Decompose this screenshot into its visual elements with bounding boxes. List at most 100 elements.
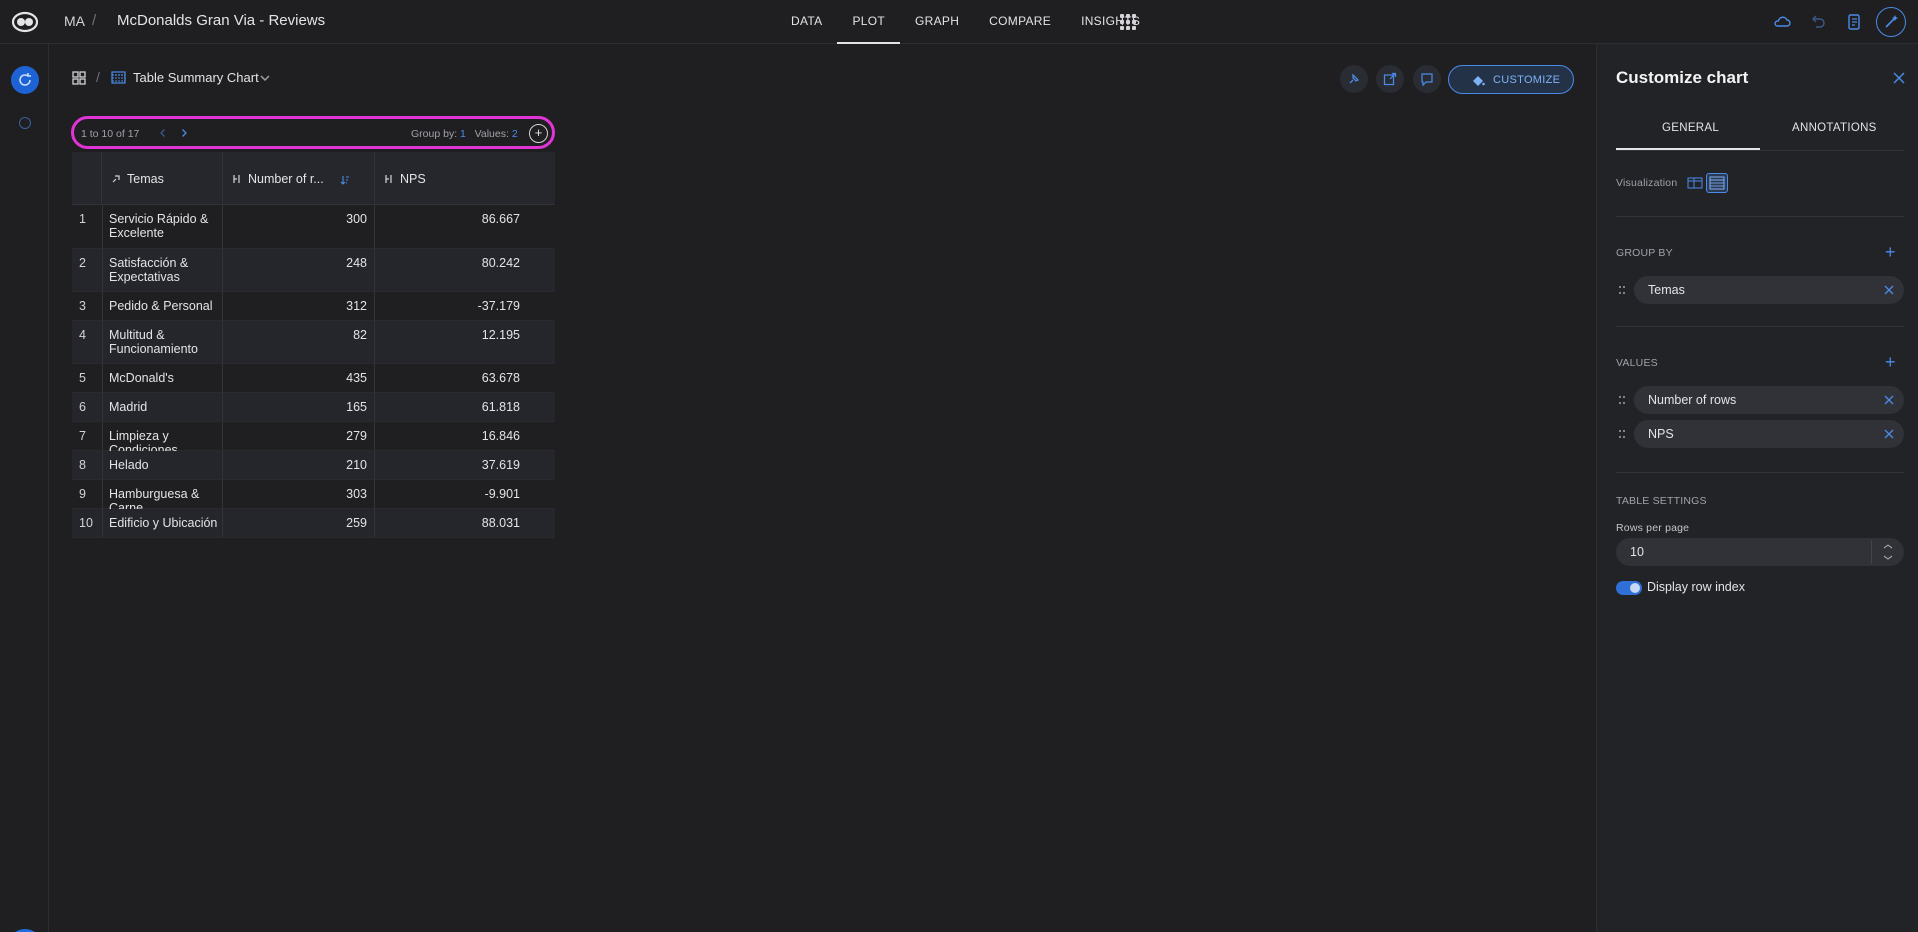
chevron-right-icon[interactable]	[179, 128, 189, 138]
breadcrumb-separator: /	[92, 12, 97, 29]
undo-icon[interactable]	[1808, 12, 1828, 32]
add-value-button[interactable]: +	[1885, 353, 1896, 371]
paint-bucket-icon	[1473, 76, 1485, 86]
values-count[interactable]: 2	[512, 128, 518, 140]
cell-nps: 16.846	[481, 429, 520, 443]
chart-title[interactable]: Table Summary Chart	[133, 70, 259, 85]
cell-temas: Servicio Rápido & Excelente	[102, 205, 223, 248]
column-header-temas[interactable]: Temas	[102, 152, 223, 205]
apps-grid-icon[interactable]	[1120, 14, 1136, 30]
cell-temas: Helado	[102, 451, 223, 479]
table-row[interactable]: 1 Servicio Rápido & Excelente 300 86.667	[72, 205, 555, 249]
refresh-icon	[19, 73, 31, 86]
cell-number-of-rows: 312	[223, 292, 375, 320]
chevron-left-icon[interactable]	[158, 128, 168, 138]
cell-nps: 86.667	[481, 212, 520, 226]
value-chip-number-of-rows[interactable]: Number of rows	[1634, 386, 1904, 414]
settings-dot-icon[interactable]	[19, 117, 31, 129]
cloud-icon[interactable]	[1772, 12, 1792, 32]
remove-icon[interactable]	[1884, 395, 1894, 405]
tab-plot[interactable]: PLOT	[837, 0, 900, 44]
group-by-chip-temas[interactable]: Temas	[1634, 276, 1904, 304]
cell-temas: Hamburguesa & Carne	[102, 480, 223, 515]
row-index: 2	[79, 256, 86, 270]
magic-wand-icon[interactable]	[1876, 7, 1906, 37]
table-row[interactable]: 9 Hamburguesa & Carne 303 -9.901	[72, 480, 555, 515]
open-external-button[interactable]	[1376, 65, 1404, 93]
sort-descending-icon[interactable]	[340, 175, 350, 185]
dashboard-grid-icon[interactable]	[72, 71, 86, 85]
section-divider	[1616, 472, 1904, 473]
refresh-button[interactable]	[11, 66, 39, 94]
cell-temas: Pedido & Personal	[102, 292, 223, 320]
project-title[interactable]: McDonalds Gran Via - Reviews	[117, 12, 325, 29]
breadcrumb-org[interactable]: MA	[64, 13, 85, 29]
close-icon[interactable]	[1893, 72, 1905, 84]
table-row[interactable]: 7 Limpieza y Condiciones 279 16.846	[72, 422, 555, 457]
table-row[interactable]: 10 Edificio y Ubicación 259 88.031	[72, 509, 555, 538]
table-row[interactable]: 5 McDonald's 435 63.678	[72, 364, 555, 393]
cell-temas: Multitud & Funcionamiento	[102, 321, 223, 363]
comment-icon	[1421, 73, 1433, 86]
drag-handle-icon[interactable]	[1618, 285, 1626, 295]
visualization-option-compact[interactable]	[1684, 173, 1706, 193]
row-index: 3	[79, 299, 86, 313]
tab-data[interactable]: DATA	[776, 0, 837, 44]
tab-insights[interactable]: INSIGHTS	[1066, 0, 1155, 44]
comment-button[interactable]	[1413, 65, 1441, 93]
summary-table: Temas Number of r... NPS 1 Servicio Rápi…	[72, 152, 555, 538]
display-row-index-toggle[interactable]	[1616, 581, 1642, 595]
table-pager: 1 to 10 of 17 Group by: 1 Values: 2 +	[71, 116, 555, 149]
cell-number-of-rows: 259	[223, 509, 375, 537]
row-index: 6	[79, 400, 86, 414]
drag-handle-icon[interactable]	[1618, 429, 1626, 439]
row-index: 1	[79, 212, 86, 226]
cell-temas: Edificio y Ubicación	[102, 509, 223, 537]
cell-temas: Madrid	[102, 393, 223, 421]
rows-per-page-input[interactable]: 10	[1616, 538, 1904, 566]
column-header-number-of-rows[interactable]: Number of r...	[223, 152, 375, 205]
table-chart-icon	[111, 71, 126, 84]
table-row[interactable]: 3 Pedido & Personal 312 -37.179	[72, 292, 555, 321]
table-row[interactable]: 6 Madrid 165 61.818	[72, 393, 555, 422]
rows-per-page-label: Rows per page	[1616, 522, 1690, 534]
pager-summary: Group by: 1 Values: 2	[411, 128, 518, 140]
customize-panel: Customize chart GENERAL ANNOTATIONS Visu…	[1596, 44, 1918, 932]
group-by-count[interactable]: 1	[460, 128, 466, 140]
pager-range: 1 to 10 of 17	[81, 128, 140, 140]
visualization-option-table[interactable]	[1706, 173, 1728, 193]
tab-graph[interactable]: GRAPH	[900, 0, 974, 44]
values-heading: VALUES	[1616, 357, 1658, 369]
pin-button[interactable]	[1340, 65, 1368, 93]
top-bar: MA / McDonalds Gran Via - Reviews DATA P…	[0, 0, 1918, 44]
tabs-divider	[1616, 150, 1904, 151]
group-by-heading: GROUP BY	[1616, 247, 1673, 259]
table-row[interactable]: 2 Satisfacción & Expectativas 248 80.242	[72, 249, 555, 292]
column-header-nps[interactable]: NPS	[375, 152, 527, 205]
drag-handle-icon[interactable]	[1618, 395, 1626, 405]
cell-temas: Limpieza y Condiciones	[102, 422, 223, 457]
cell-number-of-rows: 248	[223, 249, 375, 291]
cell-temas: McDonald's	[102, 364, 223, 392]
add-field-button[interactable]: +	[529, 124, 548, 143]
table-full-icon	[1709, 176, 1725, 190]
row-index: 7	[79, 429, 86, 443]
add-group-by-button[interactable]: +	[1885, 243, 1896, 261]
app-logo-icon[interactable]	[12, 11, 38, 33]
value-chip-nps[interactable]: NPS	[1634, 420, 1904, 448]
customize-button[interactable]: CUSTOMIZE	[1448, 65, 1574, 94]
chevron-down-icon[interactable]	[259, 72, 271, 84]
tab-general[interactable]: GENERAL	[1662, 122, 1719, 134]
remove-icon[interactable]	[1884, 429, 1894, 439]
cell-temas: Satisfacción & Expectativas	[102, 249, 223, 291]
table-row[interactable]: 8 Helado 210 37.619	[72, 451, 555, 480]
main-nav: DATA PLOT GRAPH COMPARE INSIGHTS	[776, 0, 1155, 44]
notebook-icon[interactable]	[1844, 12, 1864, 32]
tab-annotations[interactable]: ANNOTATIONS	[1792, 122, 1877, 134]
tab-compare[interactable]: COMPARE	[974, 0, 1066, 44]
pin-icon	[1349, 73, 1360, 84]
rows-per-page-stepper[interactable]	[1871, 540, 1903, 564]
table-settings-heading: TABLE SETTINGS	[1616, 495, 1707, 507]
table-row[interactable]: 4 Multitud & Funcionamiento 82 12.195	[72, 321, 555, 364]
remove-icon[interactable]	[1884, 285, 1894, 295]
